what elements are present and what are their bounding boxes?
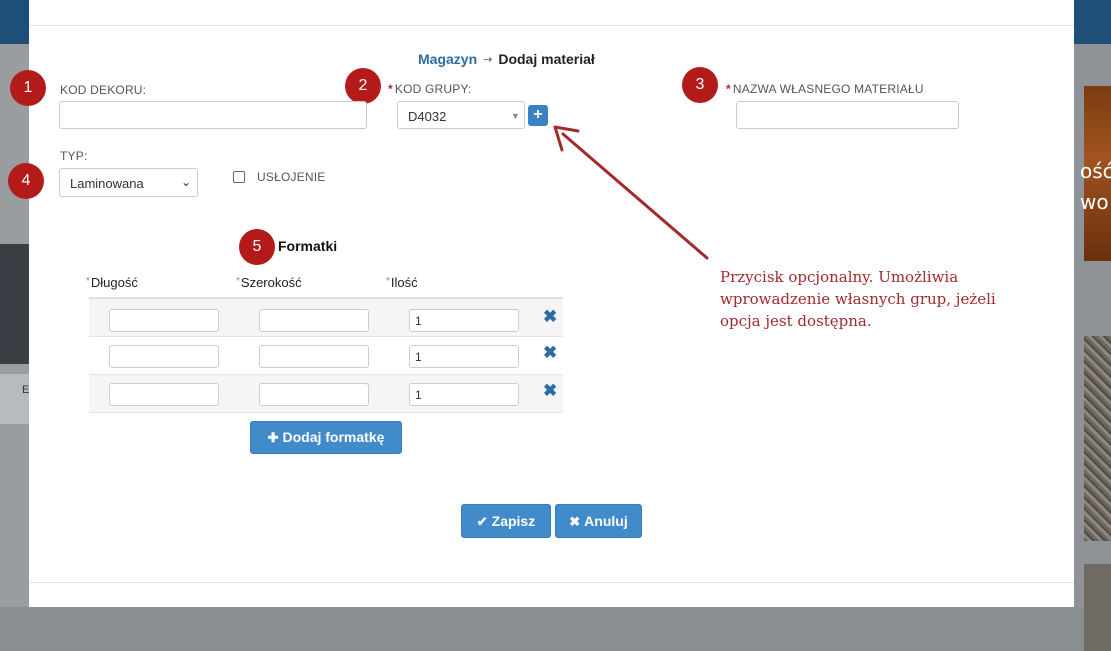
annotation-note: Przycisk opcjonalny. Umożliwia wprowadze… <box>720 268 996 330</box>
